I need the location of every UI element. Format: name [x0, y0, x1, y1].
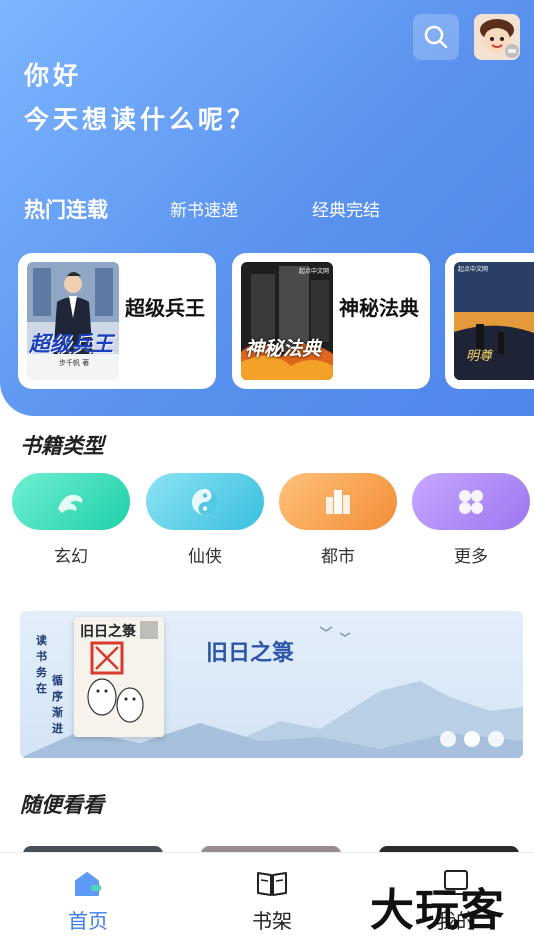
more-grid-icon — [459, 489, 483, 514]
carousel-dot[interactable] — [488, 731, 504, 747]
svg-text:明尊: 明尊 — [466, 349, 494, 364]
watermark-text: 大玩客 — [370, 885, 505, 936]
nav-label: 书架 — [252, 909, 292, 933]
book-cover: 明尊 起点中文网 — [454, 262, 534, 380]
category-xianxia-button[interactable] — [146, 473, 264, 530]
book-title: 超级兵王 — [125, 296, 205, 320]
tab-hot-serial[interactable]: 热门连载 — [24, 194, 108, 224]
home-page: 你好 今天想读什么呢？ 热门连载 新书速递 经典完结 超级兵王 步千帆 著 超级… — [0, 0, 534, 937]
hero-header: 你好 今天想读什么呢？ 热门连载 新书速递 经典完结 超级兵王 步千帆 著 超级… — [0, 0, 534, 416]
category-xuanhuan-button[interactable] — [12, 473, 130, 530]
carousel-dot[interactable] — [440, 731, 456, 747]
greeting-subtitle: 今天想读什么呢？ — [24, 105, 257, 134]
banner-book-cover: 旧日之箓 — [74, 617, 164, 737]
category-label: 更多 — [454, 547, 488, 567]
featured-book-card[interactable]: 明尊 起点中文网 — [445, 253, 534, 389]
category-city-button[interactable] — [279, 473, 397, 530]
featured-book-card[interactable]: 超级兵王 步千帆 著 超级兵王 — [18, 253, 216, 389]
cover-author-text: 步千帆 著 — [59, 359, 90, 367]
book-cover: 神秘法典 起点中文网 — [241, 262, 333, 380]
tab-classic-finished[interactable]: 经典完结 — [312, 196, 380, 221]
greeting-title: 你好 — [24, 61, 83, 90]
category-more-button[interactable] — [412, 473, 530, 530]
book-title: 神秘法典 — [339, 296, 419, 320]
category-label: 玄幻 — [54, 547, 88, 567]
section-title-categories: 书籍类型 — [20, 434, 104, 458]
avatar[interactable] — [474, 14, 520, 60]
category-label: 都市 — [321, 547, 355, 567]
nav-home[interactable]: 首页 — [28, 853, 148, 937]
banner-side-text-right: 循序渐进 — [52, 674, 63, 735]
tab-new-books[interactable]: 新书速递 — [170, 196, 238, 221]
banner-title: 旧日之箓 — [206, 640, 295, 666]
cover-title-text: 超级兵王 — [29, 332, 113, 356]
carousel-dot-active[interactable] — [464, 731, 480, 747]
nav-label: 首页 — [68, 909, 108, 933]
bookshelf-icon — [257, 872, 287, 896]
dragon-icon — [58, 494, 83, 513]
section-title-random: 随便看看 — [20, 793, 104, 817]
cover-publisher-text: 起点中文网 — [299, 268, 330, 275]
avatar-cartoon-icon — [474, 14, 520, 60]
banner-side-text-left: 读书务在 — [36, 634, 47, 695]
nav-bookshelf[interactable]: 书架 — [212, 853, 332, 937]
category-label: 仙侠 — [188, 547, 222, 567]
yin-yang-icon — [192, 488, 218, 515]
city-icon — [326, 489, 350, 514]
promo-banner[interactable]: 读书务在 循序渐进 旧日之箓 旧日之箓 — [20, 611, 523, 758]
featured-book-card[interactable]: 神秘法典 起点中文网 神秘法典 — [232, 253, 430, 389]
search-icon — [424, 25, 448, 49]
cover-publisher-text: 起点中文网 — [458, 266, 489, 273]
cover-title-text: 神秘法典 — [245, 338, 322, 360]
search-button[interactable] — [413, 14, 459, 60]
book-cover: 超级兵王 步千帆 著 — [27, 262, 119, 380]
home-icon — [75, 872, 101, 896]
